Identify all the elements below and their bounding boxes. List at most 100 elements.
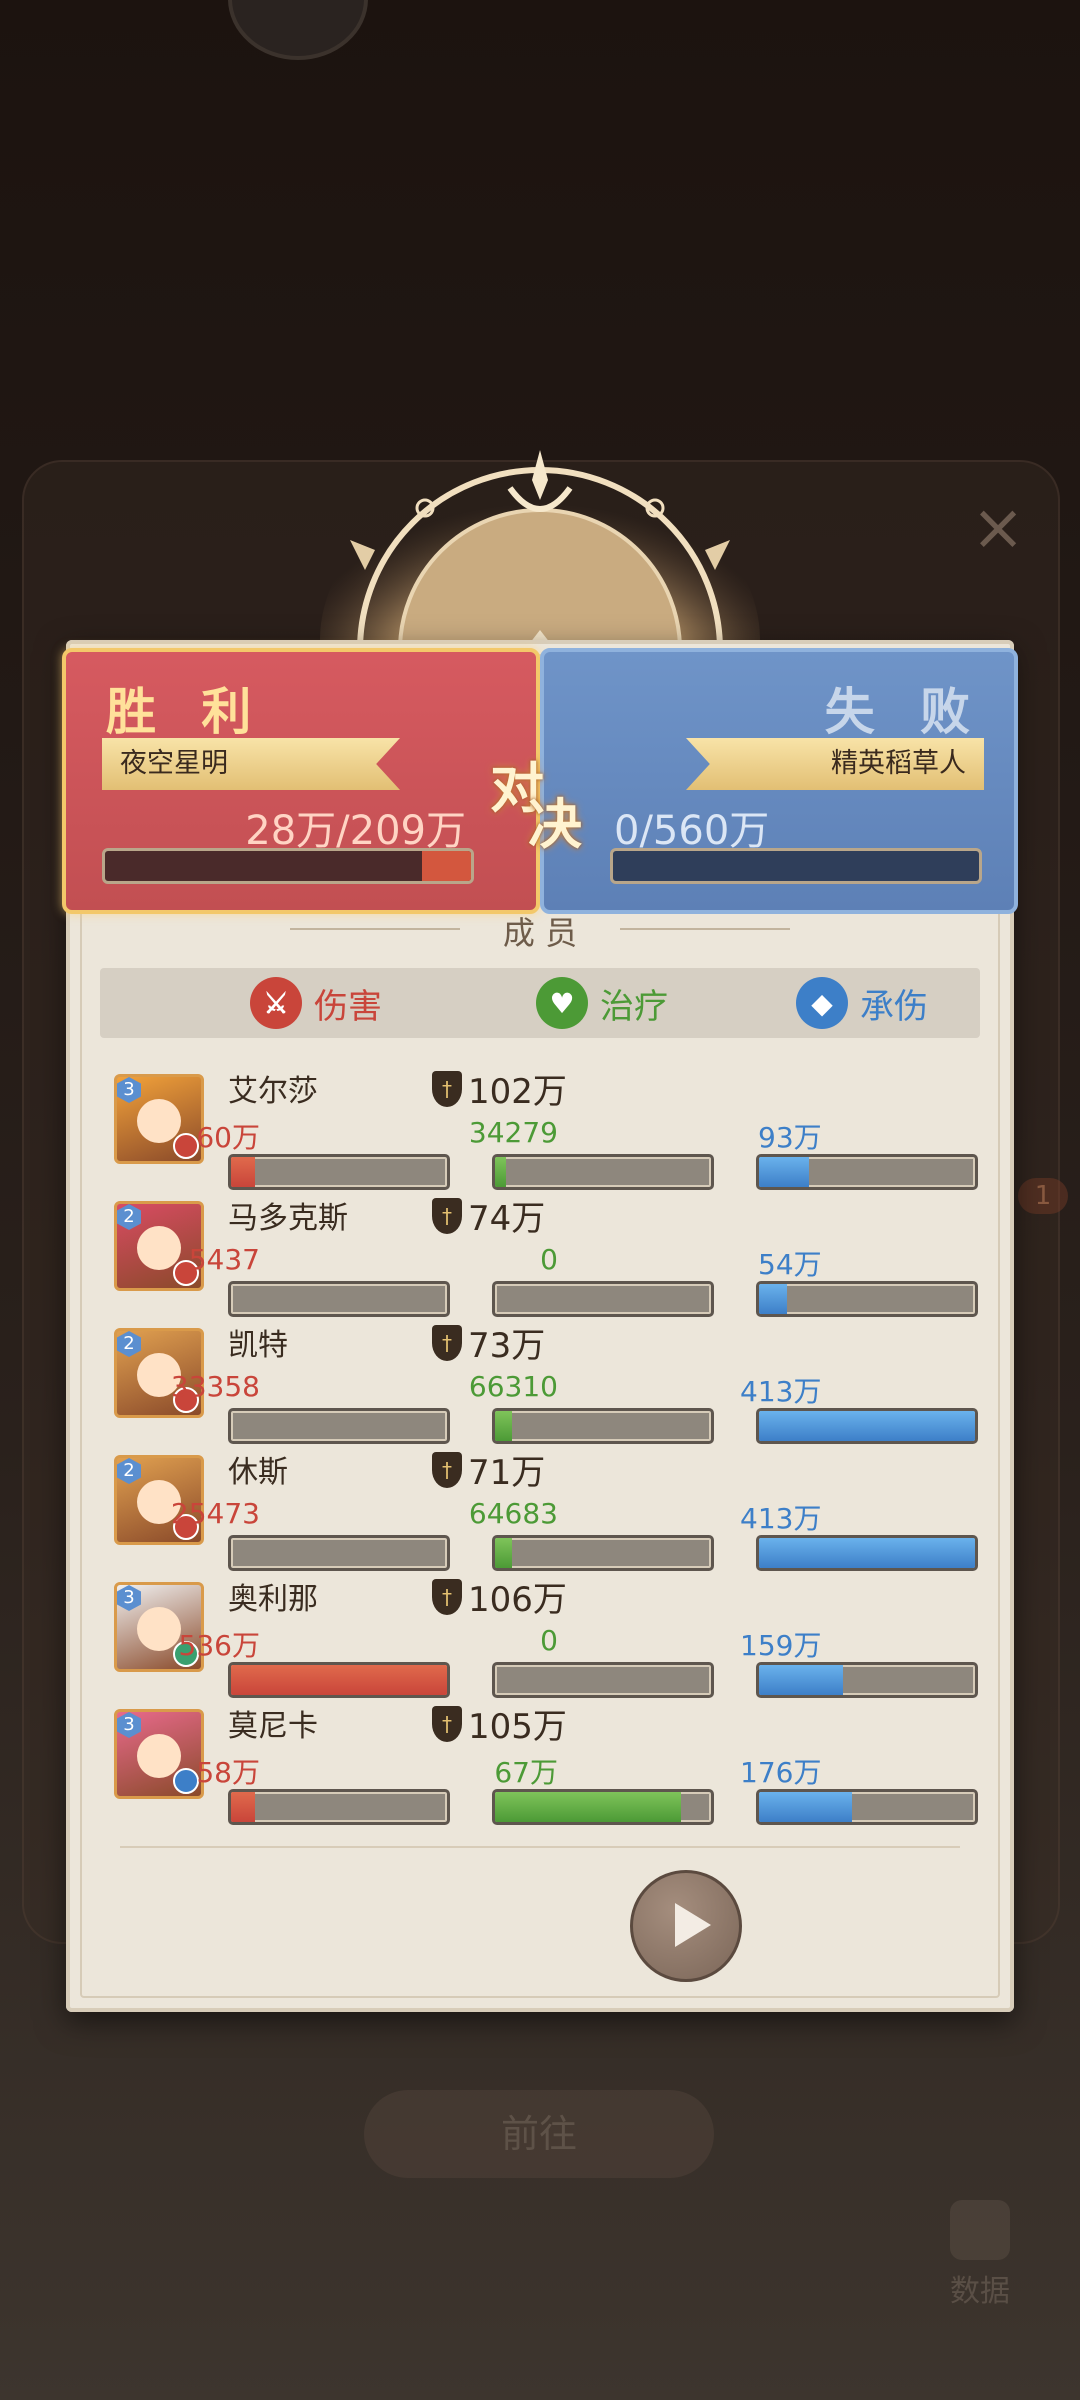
- hero-portrait[interactable]: 3: [114, 1074, 204, 1164]
- damage-bar: [228, 1281, 450, 1317]
- members-header: 成 员: [290, 908, 790, 954]
- damage-taken-value: 159万: [740, 1629, 822, 1662]
- stat-tabs: ⚔ 伤害 ♥ 治疗 ◆ 承伤: [100, 968, 980, 1038]
- power-shield-icon: †: [432, 1070, 462, 1107]
- hero-face-icon: [137, 1099, 181, 1143]
- tab-heal[interactable]: ♥ 治疗: [536, 968, 668, 1038]
- header-line-left: [290, 928, 460, 930]
- damage-bar-fill: [231, 1665, 447, 1695]
- star-level-badge: 2: [117, 1331, 141, 1357]
- player-hp-bar: [102, 848, 474, 884]
- data-button-label: 数据: [950, 2274, 1010, 2309]
- tab-taken-label: 承伤: [860, 986, 928, 1027]
- damage-taken-bar: [756, 1408, 978, 1444]
- hero-power: † 74万: [432, 1191, 545, 1240]
- heal-bar-fill: [495, 1411, 513, 1441]
- power-shield-icon: †: [432, 1324, 462, 1361]
- damage-taken-value: 413万: [740, 1375, 822, 1408]
- power-shield-icon: †: [432, 1451, 462, 1488]
- damage-bar: [228, 1662, 450, 1698]
- damage-taken-value: 54万: [758, 1248, 822, 1281]
- hero-power: † 102万: [432, 1064, 567, 1113]
- damage-taken-bar-fill: [759, 1411, 975, 1441]
- members-title: 成 员: [502, 914, 578, 952]
- heal-bar: [492, 1154, 714, 1190]
- damage-taken-value: 176万: [740, 1756, 822, 1789]
- close-icon[interactable]: ×: [968, 496, 1028, 560]
- enemy-name: 精英稻草人: [686, 738, 984, 790]
- damage-bar-fill: [231, 1157, 255, 1187]
- defeat-side: 失 败 精英稻草人 0/560万: [540, 648, 1018, 914]
- damage-taken-bar-fill: [759, 1284, 788, 1314]
- shield-icon: ◆: [796, 977, 848, 1029]
- header-line-right: [620, 928, 790, 930]
- versus-label: 对 决: [490, 744, 582, 856]
- heal-value: 34279: [468, 1116, 558, 1149]
- heal-bar: [492, 1408, 714, 1444]
- next-button[interactable]: 前往: [364, 2090, 714, 2178]
- hero-row: 2 凯特 † 73万 33358 66310 413万: [110, 1318, 990, 1444]
- sword-icon: ⚔: [250, 977, 302, 1029]
- play-icon: [675, 1903, 711, 1947]
- versus-bottom: 决: [528, 792, 582, 856]
- hero-power-value: 73万: [468, 1326, 546, 1366]
- tab-taken[interactable]: ◆ 承伤: [796, 968, 928, 1038]
- data-icon: [950, 2200, 1010, 2260]
- hero-name: 莫尼卡: [228, 1709, 318, 1744]
- hero-face-icon: [137, 1607, 181, 1651]
- damage-taken-bar-fill: [759, 1665, 844, 1695]
- hero-portrait[interactable]: 3: [114, 1709, 204, 1799]
- damage-bar: [228, 1408, 450, 1444]
- damage-value: 5437: [188, 1243, 260, 1276]
- hero-name: 马多克斯: [228, 1201, 348, 1236]
- damage-taken-bar: [756, 1154, 978, 1190]
- hero-power-value: 102万: [468, 1072, 567, 1112]
- heal-bar: [492, 1789, 714, 1825]
- hero-power: † 105万: [432, 1699, 567, 1748]
- damage-value: 25473: [170, 1497, 260, 1530]
- damage-taken-value: 93万: [758, 1121, 822, 1154]
- data-button[interactable]: 数据: [920, 2200, 1040, 2330]
- heal-value: 64683: [468, 1497, 558, 1530]
- damage-bar: [228, 1535, 450, 1571]
- star-level-badge: 3: [117, 1585, 141, 1611]
- tab-damage-label: 伤害: [314, 986, 382, 1027]
- damage-value: 58万: [196, 1756, 260, 1789]
- top-avatar-icon: [228, 0, 368, 60]
- star-level-badge: 3: [117, 1077, 141, 1103]
- damage-taken-bar: [756, 1281, 978, 1317]
- damage-taken-bar: [756, 1535, 978, 1571]
- replay-button[interactable]: [630, 1870, 742, 1982]
- hero-power: † 71万: [432, 1445, 545, 1494]
- damage-value: 33358: [170, 1370, 260, 1403]
- damage-taken-bar: [756, 1789, 978, 1825]
- hero-face-icon: [137, 1226, 181, 1270]
- hero-row: 2 马多克斯 † 74万 5437 0 54万: [110, 1191, 990, 1317]
- star-level-badge: 3: [117, 1712, 141, 1738]
- hero-power: † 73万: [432, 1318, 545, 1367]
- notification-badge: 1: [1018, 1178, 1068, 1214]
- heal-bar: [492, 1281, 714, 1317]
- damage-taken-bar: [756, 1662, 978, 1698]
- damage-value: 60万: [196, 1121, 260, 1154]
- hero-row: 3 莫尼卡 † 105万 58万 67万 176万: [110, 1699, 990, 1825]
- hero-power-value: 71万: [468, 1453, 546, 1493]
- defeat-label: 失 败: [824, 682, 984, 741]
- heal-value: 67万: [494, 1756, 558, 1789]
- heal-value: 0: [540, 1243, 558, 1276]
- tab-damage[interactable]: ⚔ 伤害: [250, 968, 382, 1038]
- damage-bar-fill: [231, 1792, 255, 1822]
- damage-taken-bar-fill: [759, 1538, 975, 1568]
- player-name: 夜空星明: [102, 738, 400, 790]
- star-level-badge: 2: [117, 1204, 141, 1230]
- enemy-hp-bar: [610, 848, 982, 884]
- hero-face-icon: [137, 1734, 181, 1778]
- power-shield-icon: †: [432, 1705, 462, 1742]
- element-icon: [173, 1133, 199, 1159]
- power-shield-icon: †: [432, 1197, 462, 1234]
- power-shield-icon: †: [432, 1578, 462, 1615]
- heal-value: 66310: [468, 1370, 558, 1403]
- player-hp-fill: [421, 851, 471, 881]
- hero-power-value: 105万: [468, 1707, 567, 1747]
- heal-bar-fill: [495, 1538, 513, 1568]
